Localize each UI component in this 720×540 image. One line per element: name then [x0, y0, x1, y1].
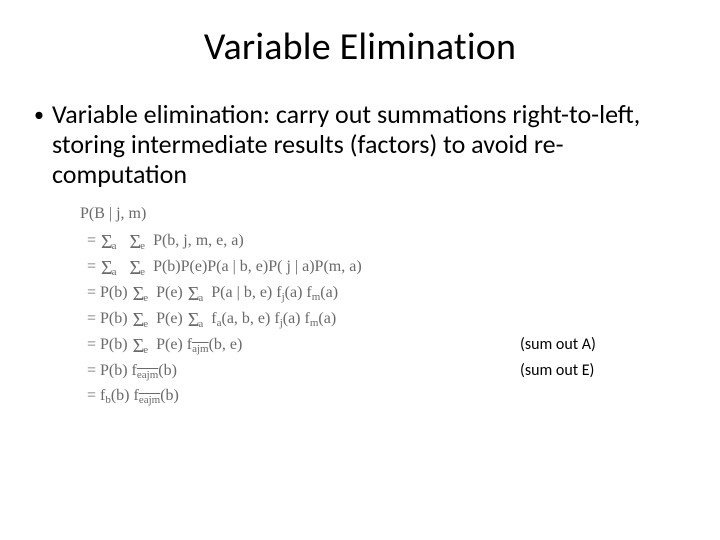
eq-sign: = — [80, 333, 100, 358]
math-line-7: = fb(b) feajm(b) — [80, 384, 686, 409]
math-line-1: = Σa Σe P(b, j, m, e, a) — [80, 229, 686, 255]
math-derivation: P(B | j, m) = Σa Σe P(b, j, m, e, a) = Σ… — [80, 202, 686, 409]
eq-sign: = — [80, 307, 100, 332]
math-line-6: = P(b) feajm(b) (sum out E) — [80, 359, 686, 384]
bullet-text: Variable elimination: carry out summatio… — [52, 100, 686, 190]
math-line-4: = P(b) Σe P(e) Σa fa(a, b, e) fj(a) fm(a… — [80, 307, 686, 333]
math-line-3: = P(b) Σe P(e) Σa P(a | b, e) fj(a) fm(a… — [80, 281, 686, 307]
eq-sign: = — [80, 359, 100, 384]
math-header: P(B | j, m) — [80, 202, 686, 227]
annotation-sum-out-e: (sum out E) — [520, 359, 594, 384]
bullet-dot: • — [34, 100, 52, 130]
eq-sign: = — [80, 229, 100, 254]
math-line-2: = Σa Σe P(b)P(e)P(a | b, e)P( j | a)P(m,… — [80, 255, 686, 281]
annotation-sum-out-a: (sum out A) — [520, 333, 596, 358]
bullet-item: • Variable elimination: carry out summat… — [34, 100, 686, 190]
math-line-5: = P(b) Σe P(e) fajm(b, e) (sum out A) — [80, 333, 686, 359]
slide: Variable Elimination • Variable eliminat… — [0, 0, 720, 540]
math-header-text: P(B | j, m) — [80, 202, 146, 227]
slide-title: Variable Elimination — [34, 24, 686, 70]
eq-sign: = — [80, 255, 100, 280]
eq-sign: = — [80, 384, 100, 409]
eq-sign: = — [80, 281, 100, 306]
